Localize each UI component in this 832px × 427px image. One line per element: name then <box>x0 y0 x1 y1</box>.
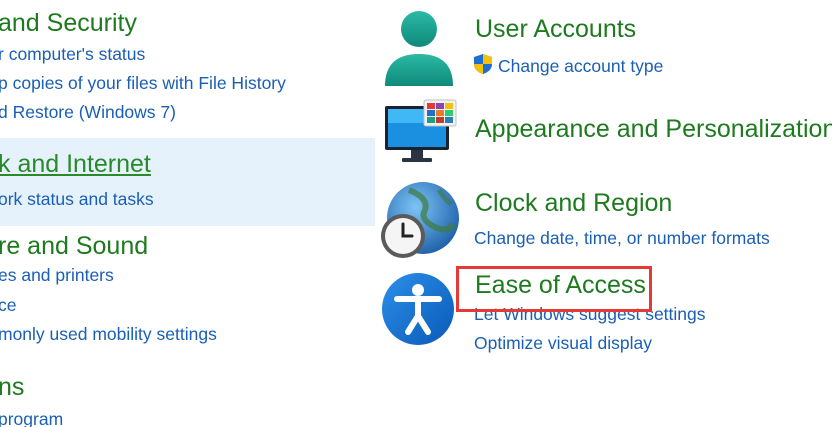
link-mobility-settings[interactable]: monly used mobility settings <box>0 323 217 345</box>
link-add-device[interactable]: ce <box>0 294 16 316</box>
link-change-account-type-label: Change account type <box>498 56 664 76</box>
link-uninstall-program[interactable]: program <box>0 408 63 427</box>
category-title-programs[interactable]: ns <box>0 372 24 402</box>
link-review-status[interactable]: r computer's status <box>0 43 145 65</box>
category-title-system-security[interactable]: and Security <box>0 8 137 38</box>
category-title-appearance[interactable]: Appearance and Personalization <box>475 114 832 144</box>
uac-shield-icon <box>474 54 492 74</box>
link-file-history[interactable]: p copies of your files with File History <box>0 72 286 94</box>
clock-globe-icon[interactable] <box>379 180 459 260</box>
highlight-annotation-box <box>456 266 652 312</box>
category-title-clock-region[interactable]: Clock and Region <box>475 188 672 218</box>
category-network-internet[interactable]: k and Internet ork status and tasks <box>0 138 375 226</box>
link-network-status[interactable]: ork status and tasks <box>0 188 154 210</box>
link-change-date-time[interactable]: Change date, time, or number formats <box>474 227 770 249</box>
left-category-column: and Security r computer's status p copie… <box>0 0 375 427</box>
category-title-hardware-sound[interactable]: re and Sound <box>0 231 148 261</box>
right-category-column: User Accounts Change account type Appear… <box>375 0 832 427</box>
link-devices-printers[interactable]: es and printers <box>0 264 114 286</box>
link-optimize-visual-display[interactable]: Optimize visual display <box>474 332 652 354</box>
category-title-network-internet[interactable]: k and Internet <box>0 149 151 179</box>
category-title-user-accounts[interactable]: User Accounts <box>475 14 636 44</box>
link-backup-restore[interactable]: d Restore (Windows 7) <box>0 101 176 123</box>
monitor-personalization-icon[interactable] <box>384 98 458 166</box>
accessibility-icon[interactable] <box>381 272 455 346</box>
user-accounts-icon[interactable] <box>383 8 455 88</box>
link-change-account-type[interactable]: Change account type <box>472 53 663 77</box>
